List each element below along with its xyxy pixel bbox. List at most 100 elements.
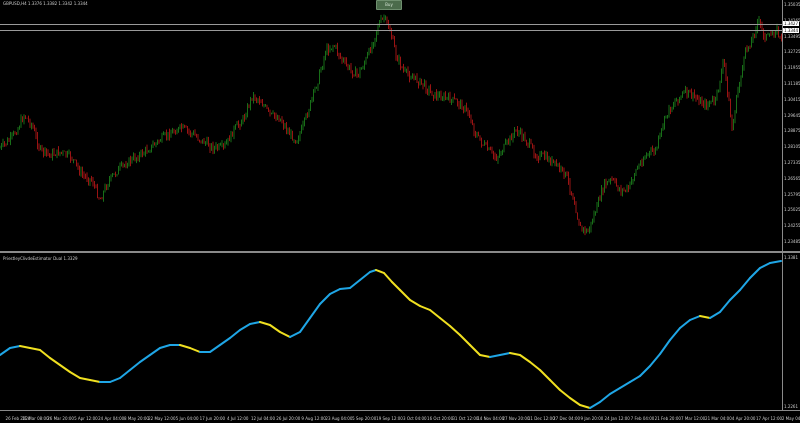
- indicator-segment-falling: [549, 379, 561, 391]
- price-axis-tick: 1.25025: [784, 207, 800, 213]
- indicator-segment-falling: [459, 334, 471, 346]
- time-axis-tick: 17 Jun 20:00: [199, 416, 226, 421]
- indicator-segment-falling: [375, 269, 385, 274]
- current-price-label: 1.3344: [783, 28, 799, 33]
- time-axis-tick: 4 Apr 20:00: [731, 416, 756, 421]
- time-axis-tick: 31 Oct 12:00: [452, 416, 479, 421]
- symbol-info: GBPUSD,H4 1.3376 1.3382 1.3342 1.3344: [3, 1, 88, 6]
- time-axis-tick: 26 Mar 20:00: [47, 416, 74, 421]
- price-candles: [0, 14, 782, 236]
- indicator-segment-falling: [449, 325, 461, 336]
- time-axis-tick: 23 Aug 04:00: [325, 416, 353, 421]
- indicator-segment-falling: [59, 364, 71, 373]
- time-axis-tick: 14 Nov 04:00: [477, 416, 505, 421]
- indicator-segment-rising: [589, 401, 601, 409]
- time-axis-tick: 27 Nov 20:00: [502, 416, 530, 421]
- indicator-segment-rising: [229, 329, 241, 339]
- indicator-segment-falling: [49, 357, 61, 366]
- time-axis-tick: 8 May 20:00: [124, 416, 149, 421]
- indicator-segment-falling: [419, 305, 431, 311]
- buy-button[interactable]: Buy: [376, 0, 402, 10]
- indicator-segment-falling: [399, 289, 411, 301]
- price-axis-tick: 1.30415: [784, 96, 800, 102]
- indicator-segment-rising: [499, 352, 511, 356]
- indicator-segment-rising: [739, 277, 751, 291]
- time-axis-tick: 2 May 04:00: [781, 416, 800, 421]
- time-axis-tick: 4 Jul 12:00: [226, 416, 249, 421]
- price-axis-tick: 1.31955: [784, 65, 800, 71]
- price-axis-tick: 1.25795: [784, 191, 800, 197]
- price-axis-tick: 1.34265: [784, 17, 800, 23]
- time-axis-tick: 26 Jul 20:00: [276, 416, 301, 421]
- indicator-segment-falling: [569, 397, 581, 406]
- price-axis-tick: 1.24255: [784, 223, 800, 229]
- indicator-segment-rising: [599, 393, 611, 403]
- upper-price-line[interactable]: [0, 24, 782, 25]
- indicator-name: PriestleyClivdeEstimator Dual 1.3329: [3, 256, 78, 261]
- price-axis-tick: 1.28105: [784, 144, 800, 150]
- time-axis-tick: 19 Sep 12:00: [376, 416, 403, 421]
- indicator-segment-falling: [259, 321, 271, 326]
- indicator-segment-rising: [689, 315, 701, 321]
- indicator-segment-rising: [219, 337, 231, 346]
- indicator-segment-rising: [709, 311, 721, 319]
- indicator-segment-rising: [329, 288, 341, 295]
- indicator-segment-rising: [139, 354, 151, 363]
- indicator-segment-falling: [391, 281, 401, 291]
- indicator-segment-rising: [239, 323, 251, 331]
- time-axis-tick: 16 Oct 20:00: [427, 416, 454, 421]
- indicator-segment-rising: [719, 299, 731, 313]
- indicator-segment-falling: [89, 379, 101, 383]
- chart-canvas: [0, 14, 782, 409]
- price-axis-tick: 1.35035: [784, 2, 800, 7]
- indicator-segment-falling: [479, 354, 491, 358]
- indicator-segment-rising: [749, 267, 761, 279]
- time-axis-tick: 9 Jan 20:00: [580, 416, 604, 421]
- indicator-segment-rising: [319, 293, 331, 305]
- indicator-segment-rising: [359, 271, 371, 281]
- indicator-segment-falling: [69, 371, 81, 379]
- time-axis-tick: 27 Dec 04:00: [553, 416, 581, 421]
- indicator-segment-rising: [619, 381, 631, 389]
- indicator-segment-falling: [39, 349, 51, 359]
- price-axis-tick: 1.27335: [784, 160, 800, 165]
- price-axis-tick: 1.26565: [784, 175, 800, 181]
- time-axis-tick: 7 Mar 12:00: [681, 416, 706, 421]
- indicator-segment-falling: [559, 389, 571, 399]
- indicator-segment-falling: [179, 344, 191, 349]
- indicator-segment-falling: [519, 354, 531, 363]
- indicator-segment-rising: [649, 353, 661, 367]
- time-axis-tick: 3 Oct 04:00: [403, 416, 427, 421]
- time-axis-tick: 5 Sep 20:00: [352, 416, 377, 421]
- indicator-segment-rising: [729, 289, 741, 301]
- current-price-line[interactable]: [0, 30, 782, 31]
- price-axis-tick: 1.28875: [784, 128, 800, 134]
- indicator-segment-falling: [439, 317, 451, 327]
- time-axis-tick: 5 Jun 04:00: [175, 416, 199, 421]
- indicator-segment-falling: [79, 377, 91, 381]
- time-axis-tick: 21 Feb 20:00: [654, 416, 681, 421]
- indicator-segment-falling: [539, 369, 551, 381]
- indicator-segment-falling: [29, 347, 41, 351]
- indicator-segment-rising: [9, 345, 21, 349]
- indicator-segment-falling: [699, 315, 711, 319]
- price-axis-tick: 1.23485: [784, 239, 800, 244]
- indicator-segment-falling: [469, 344, 481, 356]
- indicator-segment-rising: [659, 339, 671, 355]
- time-axis-tick: 24 Apr 04:00: [98, 416, 125, 421]
- indicator-segment-rising: [209, 344, 221, 353]
- indicator-segment-rising: [679, 319, 691, 329]
- indicator-segment-rising: [349, 279, 361, 289]
- price-axis-tick: 1.33495: [784, 33, 800, 39]
- price-axis-tick: 1.32725: [784, 49, 800, 55]
- indicator-segment-falling: [189, 347, 201, 353]
- time-axis-tick: 7 Feb 04:00: [630, 416, 655, 421]
- indicator-axis-tick: 1.3381: [784, 255, 798, 260]
- indicator-segment-rising: [759, 262, 771, 269]
- indicator-segment-rising: [129, 361, 141, 371]
- indicator-segment-rising: [289, 331, 301, 338]
- indicator-segment-rising: [299, 317, 311, 333]
- indicator-segment-falling: [579, 404, 591, 409]
- indicator-segment-falling: [279, 331, 291, 338]
- indicator-segment-rising: [639, 365, 651, 377]
